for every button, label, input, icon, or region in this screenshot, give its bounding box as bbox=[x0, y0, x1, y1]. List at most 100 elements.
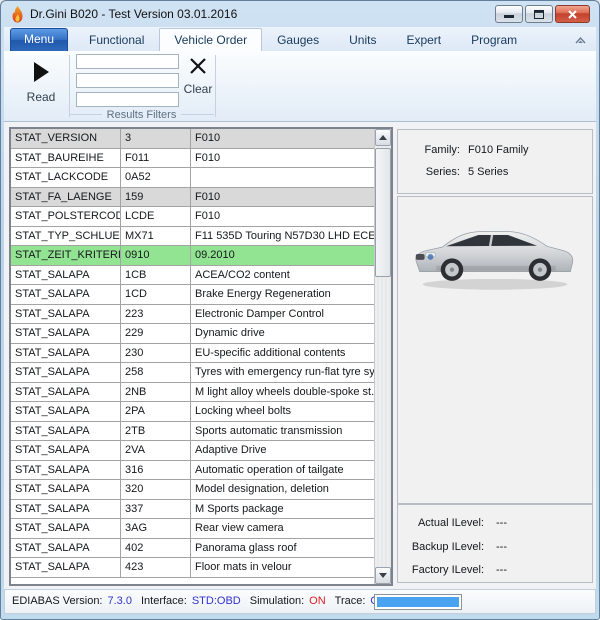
trace-label: Trace: bbox=[335, 590, 366, 613]
cell-desc: Sports automatic transmission bbox=[191, 422, 374, 441]
tab-program[interactable]: Program bbox=[456, 28, 532, 51]
minimize-button[interactable] bbox=[495, 5, 523, 23]
table-row[interactable]: STAT_SALAPA 320 Model designation, delet… bbox=[11, 480, 374, 500]
read-button[interactable]: Read bbox=[16, 55, 66, 113]
cell-desc: Rear view camera bbox=[191, 519, 374, 538]
table-row[interactable]: STAT_SALAPA 423 Floor mats in velour bbox=[11, 558, 374, 578]
table-row[interactable]: STAT_SALAPA 316 Automatic operation of t… bbox=[11, 461, 374, 481]
table-row[interactable]: STAT_LACKCODE 0A52 bbox=[11, 168, 374, 188]
cell-name: STAT_POLSTERCODE bbox=[11, 207, 121, 226]
cell-name: STAT_SALAPA bbox=[11, 266, 121, 285]
cell-name: STAT_SALAPA bbox=[11, 363, 121, 382]
cell-code: 3 bbox=[121, 129, 191, 148]
table-row[interactable]: STAT_SALAPA 1CD Brake Energy Regeneratio… bbox=[11, 285, 374, 305]
cell-desc: Panorama glass roof bbox=[191, 539, 374, 558]
table-row[interactable]: STAT_SALAPA 2NB M light alloy wheels dou… bbox=[11, 383, 374, 403]
cell-name: STAT_VERSION bbox=[11, 129, 121, 148]
ediabas-version-value: 7.3.0 bbox=[108, 590, 132, 613]
table-row[interactable]: STAT_SALAPA 402 Panorama glass roof bbox=[11, 539, 374, 559]
table-row[interactable]: STAT_SALAPA 258 Tyres with emergency run… bbox=[11, 363, 374, 383]
cell-code: 1CD bbox=[121, 285, 191, 304]
cell-code: 316 bbox=[121, 461, 191, 480]
tab-functional[interactable]: Functional bbox=[74, 28, 159, 51]
tab-units[interactable]: Units bbox=[334, 28, 391, 51]
table-row[interactable]: STAT_SALAPA 223 Electronic Damper Contro… bbox=[11, 305, 374, 325]
cell-name: STAT_TYP_SCHLUES... bbox=[11, 227, 121, 246]
table-row[interactable]: STAT_SALAPA 230 EU-specific additional c… bbox=[11, 344, 374, 364]
close-button[interactable] bbox=[555, 5, 590, 23]
cell-code: 0A52 bbox=[121, 168, 191, 187]
cell-code: 2NB bbox=[121, 383, 191, 402]
interface-label: Interface: bbox=[141, 590, 187, 613]
cell-desc: F010 bbox=[191, 188, 374, 207]
cell-desc: F010 bbox=[191, 129, 374, 148]
cell-code: 2VA bbox=[121, 441, 191, 460]
cell-desc: Brake Energy Regeneration bbox=[191, 285, 374, 304]
cell-desc: Locking wheel bolts bbox=[191, 402, 374, 421]
cell-desc: F010 bbox=[191, 207, 374, 226]
table-row[interactable]: STAT_SALAPA 3AG Rear view camera bbox=[11, 519, 374, 539]
table-row[interactable]: STAT_SALAPA 337 M Sports package bbox=[11, 500, 374, 520]
cell-name: STAT_SALAPA bbox=[11, 558, 121, 577]
title-bar[interactable]: Dr.Gini B020 - Test Version 03.01.2016 bbox=[1, 1, 599, 27]
scroll-up-icon bbox=[379, 135, 387, 140]
cell-code: 423 bbox=[121, 558, 191, 577]
vehicle-image-panel bbox=[397, 196, 593, 504]
cell-name: STAT_SALAPA bbox=[11, 500, 121, 519]
cell-name: STAT_SALAPA bbox=[11, 344, 121, 363]
cell-name: STAT_SALAPA bbox=[11, 461, 121, 480]
ribbon-toolbar: Read Clear Results Filters bbox=[4, 51, 596, 122]
read-button-label: Read bbox=[27, 90, 56, 104]
results-table: STAT_VERSION 3 F010 STAT_BAUREIHE F011 F… bbox=[9, 127, 393, 586]
tab-expert[interactable]: Expert bbox=[391, 28, 456, 51]
cell-desc: Electronic Damper Control bbox=[191, 305, 374, 324]
table-row[interactable]: STAT_SALAPA 2PA Locking wheel bolts bbox=[11, 402, 374, 422]
cell-desc: 09.2010 bbox=[191, 246, 374, 265]
filter-input-1[interactable] bbox=[76, 54, 179, 69]
table-row[interactable]: STAT_SALAPA 1CB ACEA/CO2 content bbox=[11, 266, 374, 286]
clear-x-icon bbox=[189, 57, 207, 75]
clear-button[interactable]: Clear bbox=[181, 57, 215, 107]
cell-code: 258 bbox=[121, 363, 191, 382]
cell-desc: F11 535D Touring N57D30 LHD ECE bbox=[191, 227, 374, 246]
vertical-scrollbar[interactable] bbox=[374, 129, 391, 584]
cell-desc: Model designation, deletion bbox=[191, 480, 374, 499]
chevron-up-icon[interactable] bbox=[574, 35, 587, 45]
table-row[interactable]: STAT_ZEIT_KRITERI... 0910 09.2010 bbox=[11, 246, 374, 266]
cell-name: STAT_SALAPA bbox=[11, 383, 121, 402]
filter-input-3[interactable] bbox=[76, 92, 179, 107]
table-row[interactable]: STAT_VERSION 3 F010 bbox=[11, 129, 374, 149]
scroll-down-button[interactable] bbox=[375, 567, 391, 584]
scroll-up-button[interactable] bbox=[375, 129, 391, 146]
series-label: Series: bbox=[398, 161, 460, 183]
progress-bar-fill bbox=[377, 597, 459, 607]
table-row[interactable]: STAT_SALAPA 2TB Sports automatic transmi… bbox=[11, 422, 374, 442]
table-row[interactable]: STAT_SALAPA 229 Dynamic drive bbox=[11, 324, 374, 344]
scrollbar-thumb[interactable] bbox=[375, 148, 391, 277]
family-value: F010 Family bbox=[468, 139, 529, 161]
table-row[interactable]: STAT_POLSTERCODE LCDE F010 bbox=[11, 207, 374, 227]
cell-code: 159 bbox=[121, 188, 191, 207]
results-filters-label: Results Filters bbox=[102, 109, 182, 121]
filter-input-2[interactable] bbox=[76, 73, 179, 88]
cell-code: LCDE bbox=[121, 207, 191, 226]
actual-ilevel-value: --- bbox=[496, 512, 507, 536]
table-row[interactable]: STAT_FA_LAENGE 159 F010 bbox=[11, 188, 374, 208]
interface-value: STD:OBD bbox=[192, 590, 241, 613]
maximize-button[interactable] bbox=[525, 5, 553, 23]
cell-desc: Dynamic drive bbox=[191, 324, 374, 343]
tab-gauges[interactable]: Gauges bbox=[262, 28, 334, 51]
cell-code: 2TB bbox=[121, 422, 191, 441]
cell-name: STAT_SALAPA bbox=[11, 402, 121, 421]
menu-button[interactable]: Menu bbox=[10, 28, 68, 51]
table-row[interactable]: STAT_BAUREIHE F011 F010 bbox=[11, 149, 374, 169]
actual-ilevel-label: Actual ILevel: bbox=[398, 512, 484, 536]
flame-app-icon bbox=[10, 6, 25, 23]
cell-code: 2PA bbox=[121, 402, 191, 421]
table-row[interactable]: STAT_SALAPA 2VA Adaptive Drive bbox=[11, 441, 374, 461]
cell-code: F011 bbox=[121, 149, 191, 168]
table-row[interactable]: STAT_TYP_SCHLUES... MX71 F11 535D Tourin… bbox=[11, 227, 374, 247]
vehicle-image bbox=[407, 211, 583, 299]
tab-vehicle-order[interactable]: Vehicle Order bbox=[159, 28, 262, 52]
cell-name: STAT_LACKCODE bbox=[11, 168, 121, 187]
